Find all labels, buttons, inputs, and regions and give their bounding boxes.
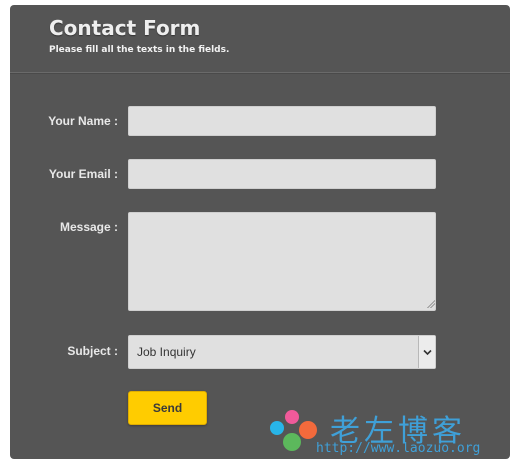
email-input[interactable] [128,159,436,189]
page-subtitle: Please fill all the texts in the fields. [49,45,230,55]
email-label: Your Email : [48,167,118,181]
form-header: Contact Form Please fill all the texts i… [10,5,510,73]
page-title: Contact Form [49,16,201,40]
contact-form-panel: Contact Form Please fill all the texts i… [10,5,510,459]
message-textarea[interactable] [128,212,436,311]
subject-select[interactable]: Job Inquiry [128,335,436,369]
message-label: Message : [59,220,118,234]
watermark: 老左博客 http://www.laozuo.org [262,404,514,460]
subject-label: Subject : [67,344,118,358]
resize-grip-icon[interactable] [426,299,435,308]
colored-dots-logo-icon [270,410,317,451]
subject-selected-value: Job Inquiry [137,345,196,359]
name-label: Your Name : [48,114,118,128]
name-input[interactable] [128,106,436,136]
watermark-url: http://www.laozuo.org [316,441,481,456]
send-button[interactable]: Send [128,391,207,425]
chevron-down-icon[interactable] [418,336,435,368]
